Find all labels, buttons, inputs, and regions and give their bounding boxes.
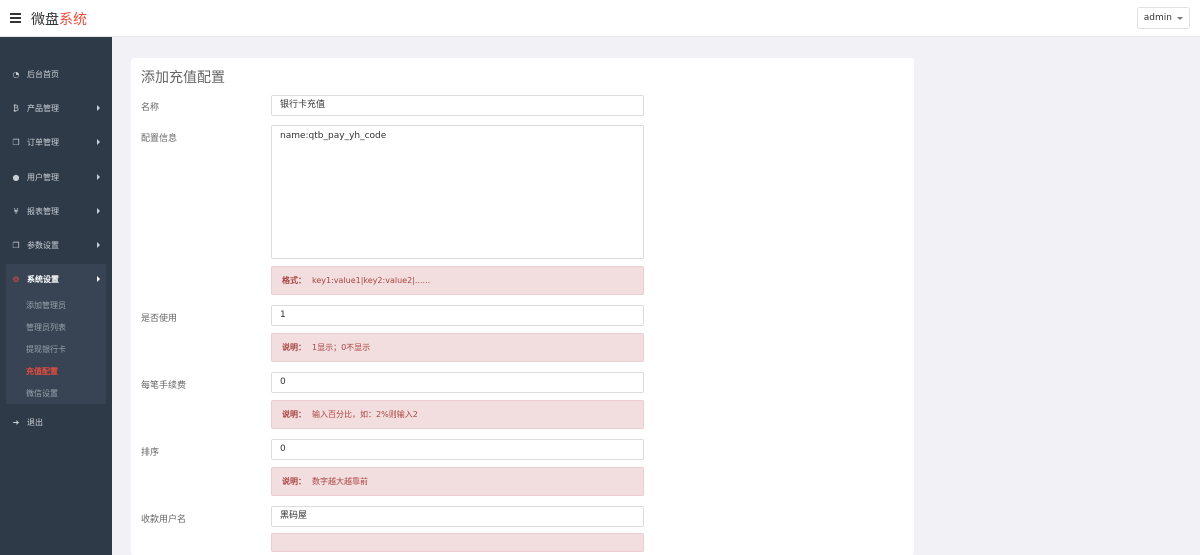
enabled-label: 是否使用 xyxy=(141,314,178,324)
sidebar-item-label: 后台首页 xyxy=(27,69,59,79)
sidebar-item-system[interactable]: ⚙ 系统设置 xyxy=(6,267,106,291)
dashboard-icon: ◔ xyxy=(12,69,20,79)
sidebar-item-label: 报表管理 xyxy=(27,206,59,216)
hint-text: 1显示；0不显示 xyxy=(312,343,371,352)
chevron-right-icon xyxy=(97,242,100,248)
sign-out-icon: ➜ xyxy=(12,417,20,427)
chevron-right-icon xyxy=(97,139,100,145)
sidebar-item-users[interactable]: ● 用户管理 xyxy=(0,165,112,189)
sidebar-item-reports[interactable]: ¥ 报表管理 xyxy=(0,199,112,223)
sidebar-item-label: 产品管理 xyxy=(27,103,59,113)
gears-icon: ⚙ xyxy=(12,274,20,284)
submenu-item-wechat-settings[interactable]: 微信设置 xyxy=(26,388,58,399)
config-label: 配置信息 xyxy=(141,134,178,144)
payee-label: 收款用户名 xyxy=(141,515,187,525)
brand-main: 微盘 xyxy=(31,12,59,28)
name-label: 名称 xyxy=(141,103,160,113)
chevron-right-icon xyxy=(97,105,100,111)
menu-toggle-icon[interactable] xyxy=(10,13,21,23)
sidebar-item-label: 参数设置 xyxy=(27,240,59,250)
submenu-item-withdraw-card[interactable]: 提现银行卡 xyxy=(26,344,66,355)
sidebar-item-label: 订单管理 xyxy=(27,137,59,147)
hint-key: 说明： xyxy=(282,477,306,486)
hint-key: 格式： xyxy=(282,276,306,285)
sidebar-item-label: 用户管理 xyxy=(27,172,59,182)
enabled-input[interactable]: 1 xyxy=(271,305,644,326)
bitcoin-icon: ₿ xyxy=(13,103,19,113)
config-textarea[interactable]: name:qtb_pay_yh_code xyxy=(271,125,644,259)
caret-down-icon xyxy=(1177,16,1183,20)
form-panel: 添加充值配置 名称 银行卡充值 配置信息 name:qtb_pay_yh_cod… xyxy=(131,58,914,555)
user-icon: ● xyxy=(12,172,20,182)
submenu-item-recharge-config[interactable]: 充值配置 xyxy=(26,366,58,377)
hint-text: 输入百分比，如：2%则输入2 xyxy=(312,410,418,419)
enabled-hint: 说明： 1显示；0不显示 xyxy=(271,333,644,362)
system-settings-group: ⚙ 系统设置 添加管理员 管理员列表 提现银行卡 充值配置 微信设置 xyxy=(6,264,106,404)
sidebar-item-orders[interactable]: ❐ 订单管理 xyxy=(0,130,112,154)
yen-icon: ¥ xyxy=(13,206,19,216)
top-bar: 微盘系统 admin xyxy=(0,0,1200,37)
copy-icon: ❐ xyxy=(12,137,20,147)
brand-accent: 系统 xyxy=(59,12,87,28)
submenu-item-add-admin[interactable]: 添加管理员 xyxy=(26,300,66,311)
sort-label: 排序 xyxy=(141,448,160,458)
fee-input[interactable]: 0 xyxy=(271,372,644,393)
hint-text: 数字越大越靠前 xyxy=(312,477,368,486)
hint-key: 说明： xyxy=(282,343,306,352)
submenu-item-admin-list[interactable]: 管理员列表 xyxy=(26,322,66,333)
hint-key: 说明： xyxy=(282,410,306,419)
user-menu-button[interactable]: admin xyxy=(1136,7,1190,29)
sidebar-item-params[interactable]: ❐ 参数设置 xyxy=(0,233,112,257)
payee-hint xyxy=(271,533,644,552)
sidebar-item-products[interactable]: ₿ 产品管理 xyxy=(0,96,112,120)
chevron-right-icon xyxy=(97,208,100,214)
copy-icon: ❐ xyxy=(12,240,20,250)
sidebar-item-label: 系统设置 xyxy=(27,274,59,284)
config-hint: 格式： key1:value1|key2:value2|...... xyxy=(271,266,644,295)
chevron-right-icon xyxy=(97,174,100,180)
sidebar: ◔ 后台首页 ₿ 产品管理 ❐ 订单管理 ● 用户管理 ¥ 报表管理 ❐ 参数设… xyxy=(0,37,112,555)
fee-label: 每笔手续费 xyxy=(141,381,187,391)
hint-text: key1:value1|key2:value2|...... xyxy=(312,276,431,285)
fee-hint: 说明： 输入百分比，如：2%则输入2 xyxy=(271,400,644,429)
sidebar-item-logout[interactable]: ➜ 退出 xyxy=(0,410,112,434)
sidebar-item-home[interactable]: ◔ 后台首页 xyxy=(0,62,112,86)
sort-input[interactable]: 0 xyxy=(271,439,644,460)
brand-logo: 微盘系统 xyxy=(31,9,87,29)
sidebar-item-label: 退出 xyxy=(27,417,43,427)
chevron-right-icon xyxy=(97,276,100,282)
page-title: 添加充值配置 xyxy=(141,70,225,86)
name-input[interactable]: 银行卡充值 xyxy=(271,95,644,116)
user-name: admin xyxy=(1143,13,1172,23)
payee-input[interactable]: 黑码屋 xyxy=(271,506,644,527)
sort-hint: 说明： 数字越大越靠前 xyxy=(271,467,644,496)
